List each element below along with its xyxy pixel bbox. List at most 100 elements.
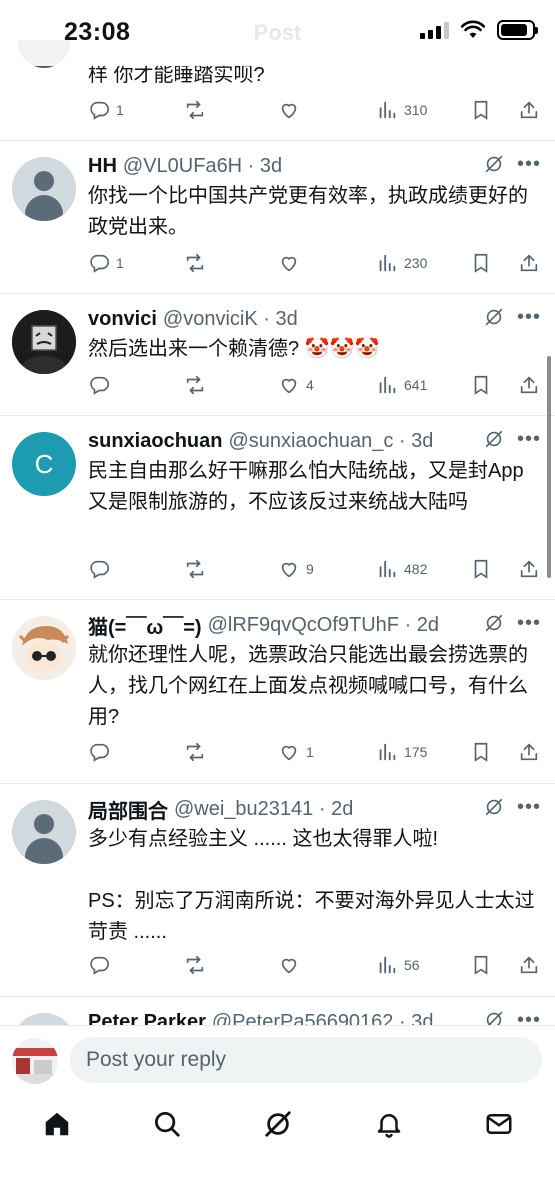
reply-button[interactable] [88,741,110,763]
share-button[interactable] [518,741,540,763]
nav-home[interactable] [42,1109,72,1139]
post-4[interactable]: 猫(=￣ω￣=) @lRF9qvQcOf9TUhF · 2d ••• 就你还理性… [0,600,555,784]
share-button[interactable] [518,374,540,396]
share-button[interactable] [518,558,540,580]
display-name[interactable]: vonvici [88,308,157,331]
reply-count: 1 [116,255,124,271]
display-name[interactable]: HH [88,155,117,178]
bookmark-button[interactable] [470,558,492,580]
like-button[interactable] [278,99,300,121]
bookmark-button[interactable] [470,374,492,396]
views-icon [379,101,396,119]
avatar[interactable] [12,1013,76,1025]
display-name[interactable]: 局部围合 [88,795,168,824]
nav-grok[interactable] [263,1109,293,1139]
grok-icon[interactable] [483,153,505,175]
more-icon[interactable]: ••• [517,154,541,174]
grok-icon[interactable] [483,428,505,450]
like-button[interactable]: 4 [278,374,314,396]
handle-time[interactable]: @sunxiaochuan_c · 3d [228,430,433,453]
like-button[interactable]: 1 [278,741,314,763]
views-button[interactable]: 230 [376,252,427,274]
reply-feed[interactable]: 样 你才能睡踏实呗? 1 310 HH @VL0UFa6H · 3d ••• 你… [0,0,555,1025]
nav-notifications[interactable] [374,1109,404,1139]
views-button[interactable]: 310 [376,99,427,121]
avatar[interactable] [12,157,76,221]
handle-time[interactable]: @wei_bu23141 · 2d [174,798,353,821]
grok-icon[interactable] [483,1009,505,1025]
bookmark-button[interactable] [470,99,492,121]
handle-time[interactable]: @lRF9qvQcOf9TUhF · 2d [208,614,439,637]
repost-button[interactable] [184,558,206,580]
bookmark-button[interactable] [470,741,492,763]
reply-input[interactable] [70,1037,542,1083]
handle-time[interactable]: @VL0UFa6H · 3d [123,155,282,178]
post-2[interactable]: vonvici @vonviciK · 3d ••• 然后选出来一个赖清德? 🤡… [0,294,555,416]
repost-icon [186,100,204,120]
views-button[interactable]: 175 [376,741,427,763]
share-icon [520,254,538,272]
more-icon[interactable]: ••• [517,307,541,327]
views-button[interactable]: 482 [376,558,427,580]
grok-icon[interactable] [483,306,505,328]
like-button[interactable] [278,954,300,976]
reply-button[interactable] [88,374,110,396]
view-count: 310 [404,102,428,118]
repost-button[interactable] [184,741,206,763]
reply-icon [90,254,109,273]
repost-button[interactable] [184,252,206,274]
repost-icon [186,742,204,762]
views-button[interactable]: 56 [376,954,420,976]
grok-icon[interactable] [483,612,505,634]
more-icon[interactable]: ••• [517,1010,541,1025]
views-button[interactable]: 641 [376,374,427,396]
display-name[interactable]: 猫(=￣ω￣=) [88,611,202,640]
nav-search[interactable] [152,1109,182,1139]
reply-icon [90,101,109,120]
display-name[interactable]: Peter Parker [88,1011,206,1026]
views-icon [379,560,396,578]
grok-icon[interactable] [483,796,505,818]
post-1[interactable]: HH @VL0UFa6H · 3d ••• 你找一个比中国共产党更有效率，执政成… [0,141,555,294]
like-button[interactable] [278,252,300,274]
post-5[interactable]: 局部围合 @wei_bu23141 · 2d ••• 多少有点经验主义 ....… [0,784,555,997]
display-name[interactable]: sunxiaochuan [88,430,222,453]
post-text: 然后选出来一个赖清德? 🤡🤡🤡 [88,338,380,360]
bookmark-button[interactable] [470,954,492,976]
avatar[interactable] [12,616,76,680]
repost-button[interactable] [184,99,206,121]
handle-time[interactable]: @vonviciK · 3d [163,308,298,331]
post-text: 多少有点经验主义 ...... 这也太得罪人啦! PS：别忘了万润南所说：不要对… [88,828,535,943]
more-icon[interactable]: ••• [517,429,541,449]
nav-messages[interactable] [484,1109,514,1139]
more-icon[interactable]: ••• [517,797,541,817]
reply-button[interactable] [88,954,110,976]
heart-icon [281,103,297,119]
handle-time[interactable]: @PeterPa56690162 · 3d [212,1011,434,1026]
post-3[interactable]: C sunxiaochuan @sunxiaochuan_c · 3d ••• … [0,416,555,600]
like-button[interactable]: 9 [278,558,314,580]
avatar[interactable] [12,800,76,864]
share-button[interactable] [518,252,540,274]
share-button[interactable] [518,99,540,121]
repost-button[interactable] [184,954,206,976]
repost-button[interactable] [184,374,206,396]
user-avatar[interactable] [12,1038,58,1084]
bookmark-icon [474,742,488,762]
avatar[interactable]: C [12,432,76,496]
reply-button[interactable] [88,558,110,580]
reply-button[interactable]: 1 [88,252,124,274]
reply-button[interactable]: 1 [88,99,124,121]
scrollbar[interactable] [547,356,551,578]
like-count: 9 [306,561,314,577]
avatar[interactable] [12,310,76,374]
battery-icon [497,20,538,40]
repost-icon [186,559,204,579]
bookmark-button[interactable] [470,252,492,274]
post-actions: 1 310 [88,99,541,125]
post-6[interactable]: Peter Parker @PeterPa56690162 · 3d ••• [0,997,555,1025]
share-button[interactable] [518,954,540,976]
post-actions: 1 230 [88,252,541,278]
post-actions: 4 641 [88,374,541,400]
more-icon[interactable]: ••• [517,613,541,633]
